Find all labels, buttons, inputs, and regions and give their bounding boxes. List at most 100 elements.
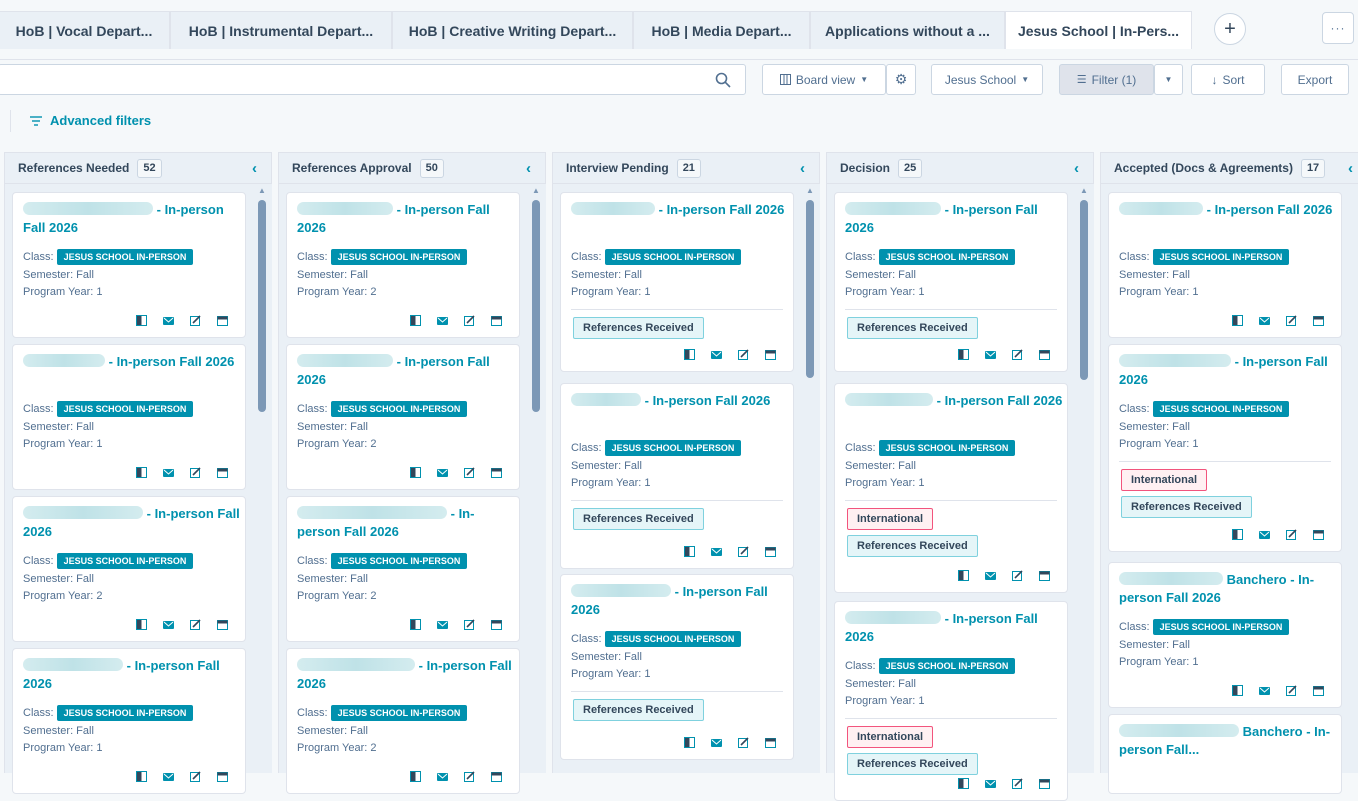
email-icon[interactable] (710, 737, 723, 748)
preview-icon[interactable] (957, 349, 970, 360)
tab-creative-writing-department[interactable]: HoB | Creative Writing Depart... (392, 11, 633, 49)
filter-options-dropdown[interactable]: ▼ (1154, 64, 1183, 95)
scrollbar-thumb[interactable] (1080, 200, 1088, 380)
edit-icon[interactable] (463, 315, 476, 326)
application-card[interactable]: - In-person Fall 2026Class:JESUS SCHOOL … (286, 344, 520, 490)
calendar-icon[interactable] (764, 737, 777, 748)
card-title-link[interactable]: - In-person Fall 2026 (297, 505, 515, 541)
collapse-column-chevron-icon[interactable]: ‹ (800, 160, 805, 177)
calendar-icon[interactable] (764, 546, 777, 557)
application-card[interactable]: - In-person Fall 2026Class:JESUS SCHOOL … (286, 648, 520, 794)
email-icon[interactable] (984, 778, 997, 789)
card-title-link[interactable]: - In-person Fall 2026 (845, 392, 1063, 410)
email-icon[interactable] (1258, 315, 1271, 326)
email-icon[interactable] (162, 467, 175, 478)
preview-icon[interactable] (683, 737, 696, 748)
edit-icon[interactable] (1011, 778, 1024, 789)
email-icon[interactable] (162, 619, 175, 630)
tab-jesus-school-in-person[interactable]: Jesus School | In-Pers... (1005, 11, 1192, 49)
edit-icon[interactable] (463, 619, 476, 630)
filter-button[interactable]: ☰ Filter (1) (1059, 64, 1154, 95)
sort-button[interactable]: ↓ Sort (1191, 64, 1265, 95)
card-title-link[interactable]: - In-person Fall 2026 (571, 201, 789, 219)
tab-vocal-department[interactable]: HoB | Vocal Depart... (0, 11, 170, 49)
edit-icon[interactable] (1285, 685, 1298, 696)
board-settings-button[interactable]: ⚙ (886, 64, 916, 95)
edit-icon[interactable] (189, 467, 202, 478)
application-card[interactable]: - In-person Fall 2026Class:JESUS SCHOOL … (12, 496, 246, 642)
email-icon[interactable] (436, 315, 449, 326)
collapse-column-chevron-icon[interactable]: ‹ (1074, 160, 1079, 177)
more-tabs-button[interactable]: ··· (1322, 12, 1354, 44)
preview-icon[interactable] (1231, 685, 1244, 696)
email-icon[interactable] (710, 349, 723, 360)
application-card[interactable]: - In-person Fall 2026Class:JESUS SCHOOL … (560, 383, 794, 569)
search-input[interactable] (0, 64, 746, 95)
application-card[interactable]: Banchero - In-person Fall 2026Class:JESU… (1108, 562, 1342, 708)
scroll-up-arrow-icon[interactable]: ▲ (258, 187, 266, 195)
card-title-link[interactable]: - In-person Fall 2026 (297, 657, 515, 693)
edit-icon[interactable] (189, 619, 202, 630)
preview-icon[interactable] (409, 619, 422, 630)
add-tab-button[interactable]: + (1214, 13, 1246, 45)
preview-icon[interactable] (135, 619, 148, 630)
application-card[interactable]: Banchero - In-person Fall... (1108, 714, 1342, 794)
email-icon[interactable] (984, 570, 997, 581)
edit-icon[interactable] (1011, 570, 1024, 581)
calendar-icon[interactable] (1312, 315, 1325, 326)
email-icon[interactable] (1258, 685, 1271, 696)
preview-icon[interactable] (135, 315, 148, 326)
calendar-icon[interactable] (216, 619, 229, 630)
application-card[interactable]: - In-person Fall 2026Class:JESUS SCHOOL … (560, 574, 794, 760)
card-title-link[interactable]: - In-person Fall 2026 (1119, 201, 1337, 219)
application-card[interactable]: - In-person Fall 2026Class:JESUS SCHOOL … (286, 192, 520, 338)
email-icon[interactable] (436, 467, 449, 478)
board-view-dropdown[interactable]: Board view ▼ (762, 64, 886, 95)
application-card[interactable]: - In-person Fall 2026Class:JESUS SCHOOL … (1108, 344, 1342, 552)
card-title-link[interactable]: Banchero - In-person Fall 2026 (1119, 571, 1337, 607)
card-title-link[interactable]: - In-person Fall 2026 (571, 392, 789, 410)
calendar-icon[interactable] (1038, 778, 1051, 789)
calendar-icon[interactable] (1038, 349, 1051, 360)
application-card[interactable]: - In-person Fall 2026Class:JESUS SCHOOL … (834, 601, 1068, 801)
card-title-link[interactable]: - In-person Fall 2026 (845, 201, 1063, 237)
tab-media-department[interactable]: HoB | Media Depart... (633, 11, 810, 49)
application-card[interactable]: - In-person Fall 2026Class:JESUS SCHOOL … (1108, 192, 1342, 338)
card-title-link[interactable]: - In-person Fall 2026 (23, 353, 241, 371)
collapse-column-chevron-icon[interactable]: ‹ (526, 160, 531, 177)
email-icon[interactable] (1258, 529, 1271, 540)
edit-icon[interactable] (1011, 349, 1024, 360)
scrollbar-thumb[interactable] (532, 200, 540, 412)
application-card[interactable]: - In-person Fall 2026Class:JESUS SCHOOL … (12, 192, 246, 338)
edit-icon[interactable] (1285, 529, 1298, 540)
application-card[interactable]: - In-person Fall 2026Class:JESUS SCHOOL … (560, 192, 794, 372)
preview-icon[interactable] (1231, 315, 1244, 326)
edit-icon[interactable] (737, 737, 750, 748)
edit-icon[interactable] (463, 467, 476, 478)
card-title-link[interactable]: - In-person Fall 2026 (23, 505, 241, 541)
calendar-icon[interactable] (1038, 570, 1051, 581)
preview-icon[interactable] (683, 546, 696, 557)
email-icon[interactable] (436, 619, 449, 630)
calendar-icon[interactable] (490, 467, 503, 478)
scroll-up-arrow-icon[interactable]: ▲ (532, 187, 540, 195)
calendar-icon[interactable] (490, 619, 503, 630)
card-title-link[interactable]: - In-person Fall 2026 (1119, 353, 1337, 389)
edit-icon[interactable] (1285, 315, 1298, 326)
calendar-icon[interactable] (216, 467, 229, 478)
application-card[interactable]: - In-person Fall 2026Class:JESUS SCHOOL … (834, 192, 1068, 372)
card-title-link[interactable]: - In-person Fall 2026 (297, 201, 515, 237)
scrollbar-thumb[interactable] (258, 200, 266, 412)
tab-applications-without[interactable]: Applications without a ... (810, 11, 1005, 49)
calendar-icon[interactable] (764, 349, 777, 360)
calendar-icon[interactable] (490, 315, 503, 326)
email-icon[interactable] (710, 546, 723, 557)
scrollbar-thumb[interactable] (806, 200, 814, 378)
preview-icon[interactable] (957, 570, 970, 581)
card-title-link[interactable]: - In-person Fall 2026 (23, 657, 241, 693)
application-card[interactable]: - In-person Fall 2026Class:JESUS SCHOOL … (12, 344, 246, 490)
advanced-filters-button[interactable]: Advanced filters (30, 113, 151, 128)
edit-icon[interactable] (737, 546, 750, 557)
preview-icon[interactable] (957, 778, 970, 789)
application-card[interactable]: - In-person Fall 2026Class:JESUS SCHOOL … (286, 496, 520, 642)
